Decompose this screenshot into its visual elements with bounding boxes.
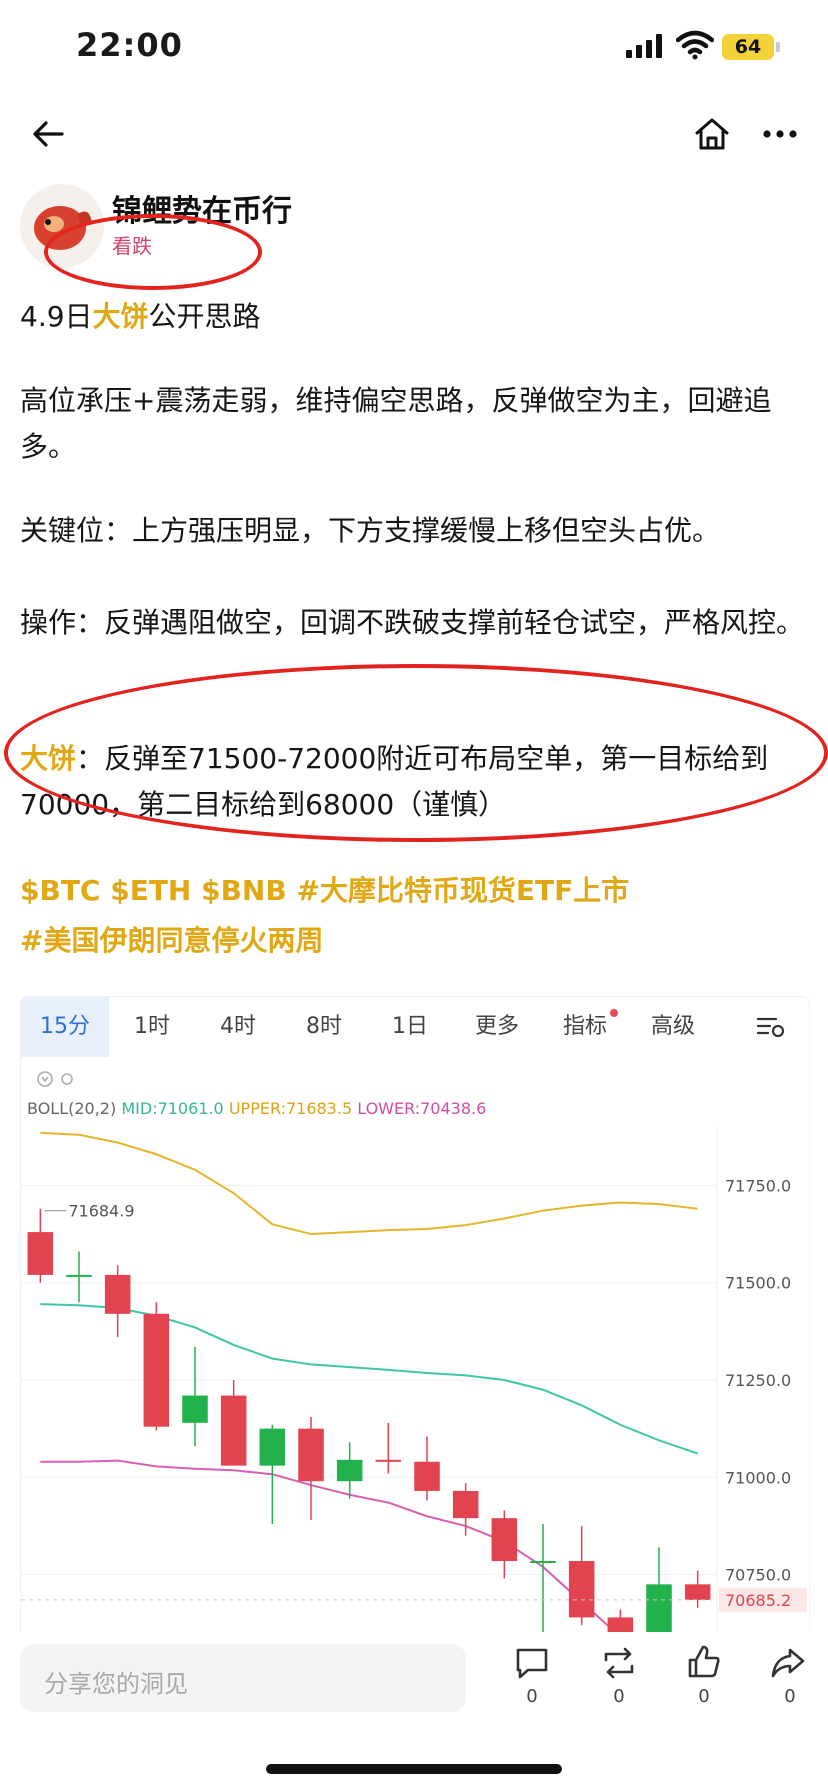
tab-1d[interactable]: 1日 [367, 997, 453, 1057]
share-count: 0 [784, 1686, 796, 1707]
boll-mid: MID:71061.0 [121, 1099, 224, 1118]
boll-upper-line [40, 1131, 698, 1236]
annotation-oval [44, 214, 262, 290]
chart-tabbar: 15分 1时 4时 8时 1日 更多 指标 高级 [21, 997, 809, 1057]
chart-panel: 15分 1时 4时 8时 1日 更多 指标 高级 BOLL(20,2) MID:… [20, 996, 810, 1634]
candle-body [259, 1428, 286, 1466]
candle-body [143, 1313, 170, 1427]
like-button[interactable] [686, 1644, 722, 1684]
candle-body [414, 1461, 440, 1491]
y-tick-label: 71750.0 [725, 1176, 791, 1195]
candle-body [104, 1274, 131, 1314]
candle-body [530, 1560, 556, 1563]
candlestick-chart[interactable]: 71750.0 71500.0 71250.0 71000.0 70750.0 71684… [21, 1127, 809, 1633]
home-indicator [266, 1764, 562, 1774]
battery-tip [776, 42, 780, 52]
title-prefix: 4.9日 [20, 300, 93, 333]
tab-4h[interactable]: 4时 [195, 997, 281, 1057]
candle-body [298, 1428, 324, 1482]
candle-body [452, 1490, 479, 1519]
annotation-oval-large [4, 664, 828, 842]
like-icon [688, 1645, 720, 1678]
share-icon [771, 1648, 805, 1678]
more-dots-icon [763, 130, 797, 138]
current-price-label: 70685.2 [725, 1591, 791, 1610]
tab-8h[interactable]: 8时 [281, 997, 367, 1057]
boll-lower-line [40, 1459, 618, 1633]
title-highlight[interactable]: 大饼 [93, 300, 149, 333]
home-button[interactable] [690, 112, 734, 156]
post-paragraph-1: 高位承压+震荡走弱，维持偏空思路，反弹做空为主，回避追多。 [20, 384, 772, 463]
notification-dot [610, 1009, 618, 1017]
repost-count: 0 [613, 1686, 625, 1707]
candle-body [220, 1395, 247, 1466]
post-paragraph-3: 操作：反弹遇阻做空，回调不跌破支撑前轻仓试空，严格风控。 [20, 606, 805, 639]
battery-icon: 64 [722, 34, 774, 60]
share-button[interactable] [770, 1646, 806, 1684]
candle-body [646, 1584, 672, 1633]
like-count: 0 [698, 1686, 710, 1707]
boll-legend: BOLL(20,2) MID:71061.0 UPPER:71683.5 LOW… [27, 1099, 486, 1118]
tab-15m[interactable]: 15分 [21, 997, 109, 1057]
settings-icon [756, 1017, 785, 1038]
post-title: 4.9日大饼公开思路 [20, 294, 810, 340]
post-tags-1[interactable]: $BTC $ETH $BNB #大摩比特币现货ETF上市 [20, 866, 810, 916]
tab-more[interactable]: 更多 [453, 997, 541, 1057]
signal-icon [626, 34, 662, 58]
back-arrow-icon [33, 121, 64, 147]
candle-body [491, 1518, 518, 1561]
boll-upper: UPPER:71683.5 [228, 1099, 353, 1118]
candle-body [684, 1584, 711, 1600]
post-tags-2[interactable]: #美国伊朗同意停火两周 [20, 916, 810, 966]
comment-icon [516, 1648, 548, 1679]
high-marker-label: 71684.9 [68, 1202, 134, 1221]
candle-body [27, 1232, 54, 1275]
y-tick-label: 71500.0 [725, 1274, 791, 1293]
tab-advanced[interactable]: 高级 [629, 997, 717, 1057]
repost-icon [604, 1647, 634, 1679]
home-icon [695, 118, 729, 150]
y-tick-label: 70750.0 [725, 1566, 791, 1585]
back-button[interactable] [26, 112, 70, 156]
chart-tool-icons[interactable] [37, 1069, 77, 1089]
y-tick-label: 71250.0 [725, 1371, 791, 1390]
candle-body [607, 1617, 634, 1633]
status-time: 22:00 [76, 26, 183, 64]
candle-body [182, 1395, 208, 1423]
candle-body [336, 1459, 363, 1482]
wifi-icon [676, 30, 714, 60]
candle-body [568, 1560, 595, 1618]
post-paragraph-2: 关键位：上方强压明显，下方支撑缓慢上移但空头占优。 [20, 514, 721, 547]
more-button[interactable] [758, 112, 802, 156]
tab-indicators[interactable]: 指标 [541, 997, 629, 1057]
boll-label: BOLL(20,2) [27, 1099, 117, 1118]
tab-1h[interactable]: 1时 [109, 997, 195, 1057]
boll-mid-line [40, 1303, 698, 1455]
chart-settings-button[interactable] [741, 997, 801, 1057]
boll-lower: LOWER:70438.6 [357, 1099, 487, 1118]
y-tick-label: 71000.0 [725, 1468, 791, 1487]
comment-count: 0 [526, 1686, 538, 1707]
candle-body [375, 1459, 402, 1462]
repost-button[interactable] [600, 1646, 638, 1684]
candle-body [66, 1274, 92, 1277]
title-suffix: 公开思路 [148, 300, 261, 333]
comment-placeholder: 分享您的洞见 [44, 1670, 188, 1698]
comment-button[interactable] [514, 1646, 550, 1684]
